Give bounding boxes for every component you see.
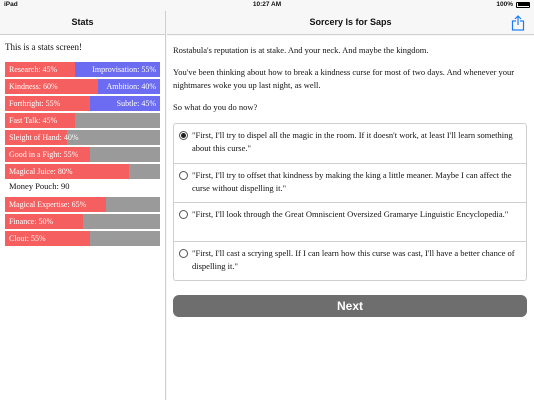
status-bar: iPad 10:27 AM 100%	[0, 0, 534, 11]
stat-bar: Finance: 50%	[5, 214, 160, 229]
clock: 10:27 AM	[252, 1, 282, 8]
stat-label: Magical Expertise: 65%	[9, 200, 87, 209]
stat-bar: Magical Juice: 80%	[5, 164, 160, 179]
next-button[interactable]: Next	[173, 295, 527, 317]
choice-text: "First, I'll look through the Great Omni…	[192, 209, 509, 219]
choice-option[interactable]: "First, I'll cast a scrying spell. If I …	[174, 241, 526, 280]
sidebar-title: Stats	[0, 11, 165, 35]
stat-label: Kindness: 60%	[9, 82, 58, 91]
stat-label: Good in a Fight: 55%	[9, 150, 79, 159]
story-prompt: So what do you do now?	[173, 102, 258, 112]
choice-list: "First, I'll try to dispel all the magic…	[173, 123, 527, 281]
stat-label: Clout: 55%	[9, 234, 46, 243]
stat-bar: Forthright: 55% Subtle: 45%	[5, 96, 160, 111]
choice-text: "First, I'll try to offset that kindness…	[192, 170, 512, 193]
stat-bar: Fast Talk: 45%	[5, 113, 160, 128]
share-icon[interactable]	[511, 15, 525, 31]
money-pouch: Money Pouch: 90	[9, 181, 70, 191]
story-paragraph: You've been thinking about how to break …	[173, 67, 515, 90]
battery-icon	[516, 1, 530, 8]
stat-bar: Kindness: 60% Ambition: 40%	[5, 79, 160, 94]
stat-bar: Sleight of Hand: 40%	[5, 130, 160, 145]
stat-opposed-label: Subtle: 45%	[116, 99, 156, 108]
stat-opposed-label: Ambition: 40%	[106, 82, 156, 91]
radio-icon[interactable]	[179, 171, 188, 180]
stats-intro: This is a stats screen!	[5, 42, 82, 52]
radio-icon[interactable]	[179, 210, 188, 219]
story-paragraph: Rostabula's reputation is at stake. And …	[173, 45, 429, 55]
stat-opposed-label: Improvisation: 55%	[92, 65, 156, 74]
choice-option[interactable]: "First, I'll look through the Great Omni…	[174, 202, 526, 241]
page-title: Sorcery Is for Saps	[309, 17, 392, 27]
stat-bar: Good in a Fight: 55%	[5, 147, 160, 162]
stat-bar: Magical Expertise: 65%	[5, 197, 160, 212]
choice-text: "First, I'll try to dispel all the magic…	[192, 130, 513, 153]
stat-label: Research: 45%	[9, 65, 58, 74]
radio-selected-icon[interactable]	[179, 131, 188, 140]
choice-option[interactable]: "First, I'll try to offset that kindness…	[174, 163, 526, 202]
stat-bar: Research: 45% Improvisation: 55%	[5, 62, 160, 77]
stat-label: Finance: 50%	[9, 217, 54, 226]
stats-list-secondary: Magical Expertise: 65% Finance: 50% Clout:…	[0, 197, 165, 246]
stat-bar: Clout: 55%	[5, 231, 160, 246]
battery-percent: 100%	[496, 1, 513, 8]
story-content: Rostabula's reputation is at stake. And …	[167, 36, 534, 400]
stats-sidebar: Stats This is a stats screen! Research: …	[0, 11, 166, 400]
stat-label: Forthright: 55%	[9, 99, 61, 108]
choice-option[interactable]: "First, I'll try to dispel all the magic…	[174, 124, 526, 163]
choice-text: "First, I'll cast a scrying spell. If I …	[192, 248, 515, 271]
navigation-bar: Sorcery Is for Saps	[167, 11, 534, 35]
stat-label: Magical Juice: 80%	[9, 167, 73, 176]
stat-label: Sleight of Hand: 40%	[9, 133, 79, 142]
stat-label: Fast Talk: 45%	[9, 116, 58, 125]
stats-list: Research: 45% Improvisation: 55% Kindness:…	[0, 62, 165, 179]
radio-icon[interactable]	[179, 249, 188, 258]
